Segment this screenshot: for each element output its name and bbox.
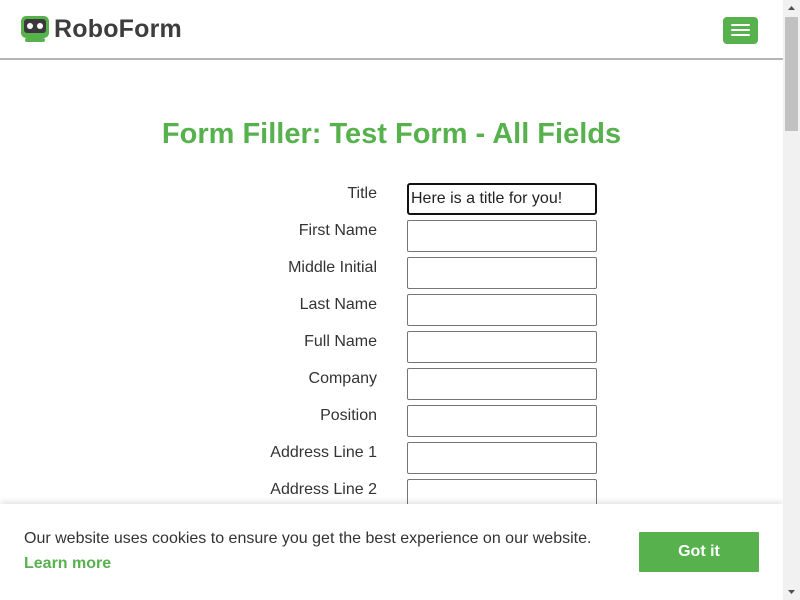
company-label: Company	[308, 370, 377, 387]
menu-button[interactable]	[723, 17, 758, 44]
form-row-first-name: First Name	[0, 220, 783, 253]
cookie-banner: Our website uses cookies to ensure you g…	[0, 504, 783, 600]
got-it-button[interactable]: Got it	[639, 532, 759, 572]
form-row-company: Company	[0, 368, 783, 401]
full-name-input[interactable]	[407, 331, 597, 363]
form-row-address-line-1: Address Line 1	[0, 442, 783, 475]
address-line-2-label: Address Line 2	[270, 481, 377, 498]
title-label: Title	[347, 185, 377, 202]
address-line-1-input[interactable]	[407, 442, 597, 474]
form-row-middle-initial: Middle Initial	[0, 257, 783, 290]
form-row-last-name: Last Name	[0, 294, 783, 327]
vertical-scrollbar[interactable]	[783, 0, 800, 600]
form-row-full-name: Full Name	[0, 331, 783, 364]
scroll-up-arrow-icon[interactable]	[783, 0, 800, 17]
position-input[interactable]	[407, 405, 597, 437]
browser-viewport: RoboForm Form Filler: Test Form - All Fi…	[0, 0, 800, 600]
full-name-label: Full Name	[304, 333, 377, 350]
cookie-message: Our website uses cookies to ensure you g…	[24, 530, 592, 547]
title-input[interactable]	[407, 183, 597, 215]
form-row-title: Title	[0, 183, 783, 216]
middle-initial-input[interactable]	[407, 257, 597, 289]
company-input[interactable]	[407, 368, 597, 400]
form-row-position: Position	[0, 405, 783, 438]
roboform-logo[interactable]: RoboForm	[20, 14, 182, 44]
robot-logo-icon	[20, 14, 50, 44]
address-line-1-label: Address Line 1	[270, 444, 377, 461]
page-title: Form Filler: Test Form - All Fields	[161, 118, 622, 150]
position-label: Position	[320, 407, 377, 424]
brand-name: RoboForm	[54, 14, 182, 43]
scroll-down-arrow-icon[interactable]	[783, 583, 800, 600]
site-header: RoboForm	[0, 0, 783, 60]
last-name-input[interactable]	[407, 294, 597, 326]
scrollbar-thumb[interactable]	[785, 17, 798, 131]
first-name-label: First Name	[298, 222, 377, 239]
page: RoboForm Form Filler: Test Form - All Fi…	[0, 0, 783, 600]
last-name-label: Last Name	[299, 296, 377, 313]
first-name-input[interactable]	[407, 220, 597, 252]
middle-initial-label: Middle Initial	[288, 259, 377, 276]
learn-more-link[interactable]: Learn more	[24, 555, 111, 573]
